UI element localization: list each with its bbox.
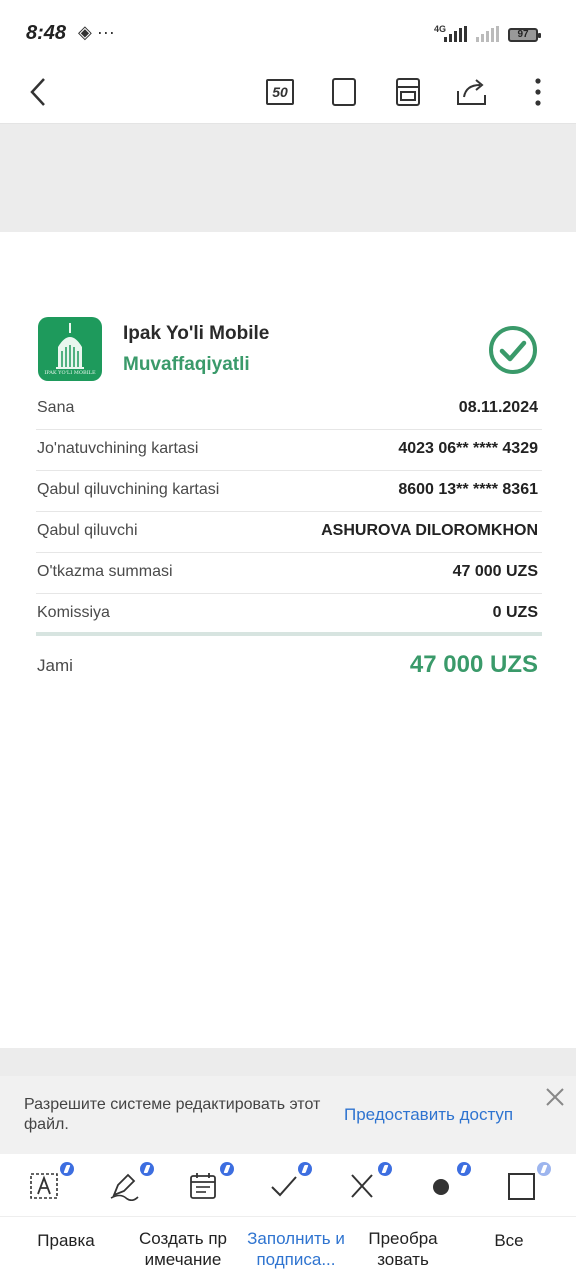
premium-badge-icon — [60, 1162, 74, 1176]
row-label: Jo'natuvchining kartasi — [37, 440, 199, 457]
premium-badge-icon — [298, 1162, 312, 1176]
tab-create-note-label: Создать пр имечание — [139, 1229, 227, 1269]
total-value: 47 000 UZS — [409, 651, 538, 678]
receipt-row: Jo'natuvchining kartasi 4023 06** **** 4… — [36, 430, 542, 471]
text-box-tool[interactable] — [22, 1166, 66, 1206]
square-icon — [508, 1173, 535, 1200]
tab-edit[interactable]: Правка — [11, 1230, 121, 1251]
toolbar-divider — [0, 1216, 576, 1217]
bank-logo: IPAK YO'LI MOBILE — [38, 317, 102, 381]
signal-strength-icon — [444, 26, 467, 42]
tab-fill-and-sign[interactable]: Заполнить и подписа... — [241, 1228, 351, 1270]
document-bottom-margin — [0, 1048, 576, 1076]
dot-icon — [433, 1179, 449, 1195]
bottom-toolbar: Правка Создать пр имечание Заполнить и п… — [0, 1154, 576, 1280]
calendar-form-icon — [190, 1173, 216, 1199]
page-count-icon: 50 — [266, 79, 294, 105]
row-value: 4023 06** **** 4329 — [398, 440, 538, 457]
dot-tool[interactable] — [419, 1166, 463, 1206]
premium-badge-icon — [457, 1162, 471, 1176]
tab-create-note[interactable]: Создать пр имечание — [128, 1228, 238, 1270]
row-label: O'tkazma summasi — [37, 563, 173, 580]
signal-strength-2-icon — [476, 26, 499, 42]
share-icon — [457, 79, 486, 105]
tab-fill-and-sign-label: Заполнить и подписа... — [247, 1229, 345, 1269]
row-value: 0 UZS — [492, 604, 538, 621]
receipt-row: Komissiya 0 UZS — [36, 594, 542, 635]
reading-mode-icon — [396, 78, 420, 106]
premium-badge-icon — [220, 1162, 234, 1176]
share-button[interactable] — [452, 72, 492, 112]
receipt-row: O'tkazma summasi 47 000 UZS — [36, 553, 542, 594]
pen-icon — [110, 1173, 139, 1201]
back-arrow-icon — [30, 78, 45, 106]
receipt-row: Qabul qiluvchining kartasi 8600 13** ***… — [36, 471, 542, 512]
receipt-row: Qabul qiluvchi ASHUROVA DILOROMKHON — [36, 512, 542, 553]
row-value: 08.11.2024 — [458, 399, 538, 416]
row-label: Komissiya — [37, 604, 110, 621]
total-divider — [36, 632, 542, 636]
more-vertical-icon — [535, 78, 541, 106]
grant-access-link[interactable]: Предоставить доступ — [344, 1105, 513, 1125]
top-toolbar: 50 — [0, 64, 576, 124]
status-bar: 8:48 ◈ ··· 4G 97 — [0, 0, 576, 64]
more-options-button[interactable] — [518, 72, 558, 112]
row-value: 47 000 UZS — [452, 563, 538, 580]
banner-message: Разрешите системе редактировать этот фай… — [24, 1096, 321, 1133]
document-top-margin — [0, 124, 576, 232]
row-label: Qabul qiluvchining kartasi — [37, 481, 220, 498]
premium-badge-icon — [537, 1162, 551, 1176]
reading-mode-button[interactable] — [388, 72, 428, 112]
row-value: ASHUROVA DILOROMKHON — [321, 522, 538, 539]
row-value: 8600 13** **** 8361 — [398, 481, 538, 498]
close-icon[interactable] — [544, 1086, 566, 1108]
premium-badge-icon — [140, 1162, 154, 1176]
form-tool[interactable] — [181, 1166, 225, 1206]
cross-tool[interactable] — [340, 1166, 384, 1206]
row-label: Qabul qiluvchi — [37, 522, 138, 539]
fullscreen-icon — [332, 78, 356, 106]
text-box-icon — [30, 1173, 58, 1199]
page-count-button[interactable]: 50 — [260, 72, 300, 112]
cross-icon — [351, 1174, 373, 1198]
row-label: Sana — [37, 399, 75, 416]
tab-all[interactable]: Все — [454, 1230, 564, 1251]
fullscreen-button[interactable] — [324, 72, 364, 112]
rectangle-tool[interactable] — [499, 1166, 543, 1206]
success-check-icon — [489, 326, 537, 374]
check-icon — [271, 1176, 297, 1197]
total-label: Jami — [37, 656, 73, 675]
permission-banner: Разрешите системе редактировать этот фай… — [0, 1076, 576, 1154]
notification-icons: ◈ ··· — [78, 22, 115, 42]
battery-icon: 97 — [508, 28, 541, 42]
tab-convert[interactable]: Преобра зовать — [348, 1228, 458, 1270]
clock: 8:48 — [26, 22, 67, 44]
pen-tool[interactable] — [102, 1166, 146, 1206]
transaction-status: Muvaffaqiyatli — [123, 354, 250, 375]
tab-convert-label: Преобра зовать — [368, 1229, 438, 1269]
receipt-row: Sana 08.11.2024 — [36, 389, 542, 430]
premium-badge-icon — [378, 1162, 392, 1176]
back-button[interactable] — [18, 72, 58, 112]
bank-name: Ipak Yo'li Mobile — [123, 323, 270, 344]
logo-caption: IPAK YO'LI MOBILE — [44, 370, 96, 376]
